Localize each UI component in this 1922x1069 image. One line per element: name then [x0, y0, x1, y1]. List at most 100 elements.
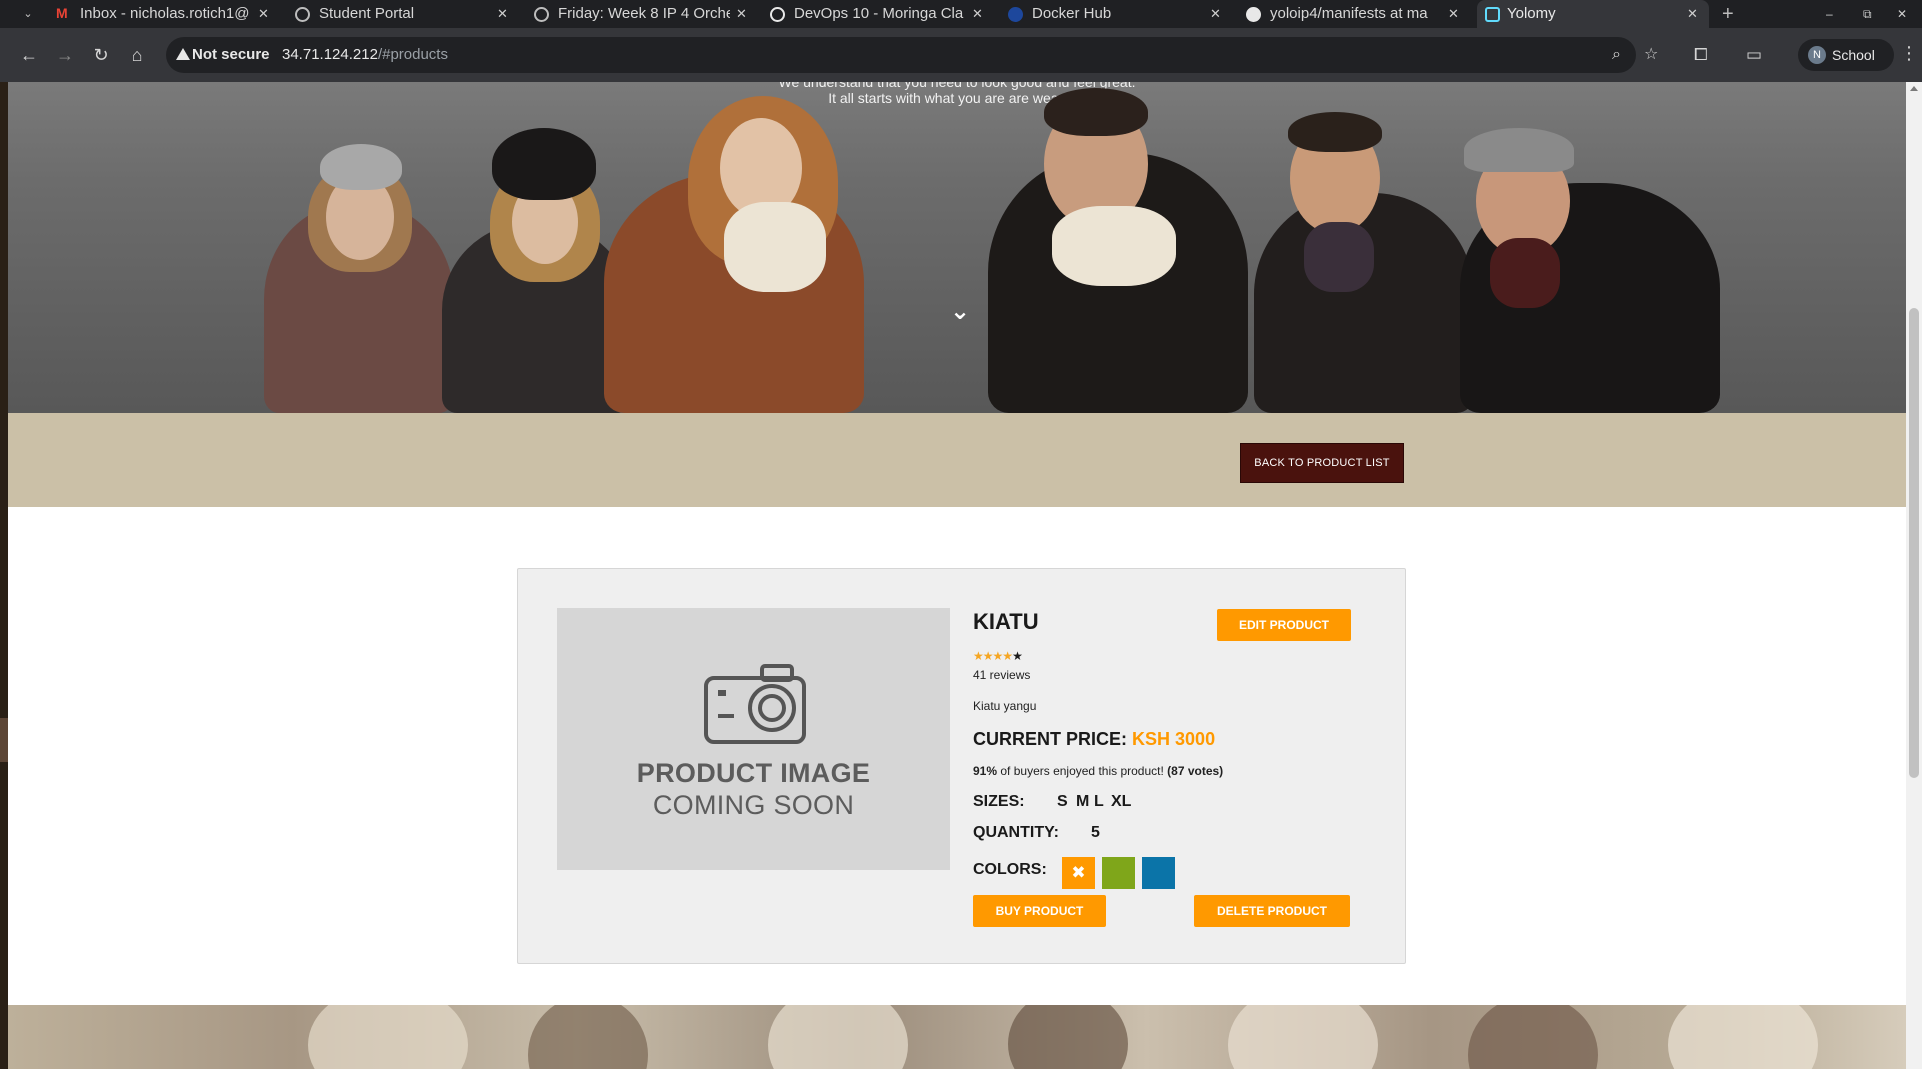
tab-close-icon[interactable]: ✕	[1687, 0, 1698, 28]
new-tab-icon[interactable]: +	[1722, 0, 1734, 28]
hero-tagline: It all starts with what you are are wear…	[828, 90, 1086, 106]
price-row: CURRENT PRICE: KSH 3000	[973, 729, 1215, 750]
quantity-value: 5	[1091, 824, 1100, 841]
tab-title: Student Portal	[319, 5, 415, 22]
cast-icon[interactable]: ▭	[1746, 43, 1762, 67]
price-value: KSH 3000	[1132, 729, 1216, 749]
extensions-icon[interactable]: ⧠	[1694, 43, 1708, 67]
minimize-icon[interactable]: –	[1826, 0, 1833, 28]
price-label: CURRENT PRICE:	[973, 729, 1128, 749]
color-swatch-orange[interactable]: ✖	[1062, 857, 1095, 889]
yolomy-icon	[1485, 7, 1500, 22]
star-filled-icon: ★	[992, 649, 1004, 663]
docker-icon	[1008, 7, 1023, 22]
placeholder-text-line2: COMING SOON	[652, 790, 855, 820]
buy-product-button[interactable]: BUY PRODUCT	[973, 895, 1106, 927]
moringa-icon	[770, 7, 785, 22]
footer-banner-photo	[8, 1005, 1906, 1069]
close-window-icon[interactable]: ✕	[1897, 0, 1907, 28]
camera-icon	[704, 664, 806, 744]
address-bar[interactable]: Not secure 34.71.124.212/#products ⌕ ☆	[166, 37, 1658, 73]
tab-title: Inbox - nicholas.rotich1@	[80, 5, 250, 22]
gmail-icon: M	[56, 5, 68, 21]
quantity-label: QUANTITY:	[973, 824, 1059, 841]
star-filled-icon: ★	[1002, 649, 1013, 663]
tab-close-icon[interactable]: ✕	[258, 0, 269, 28]
url-text[interactable]: 34.71.124.212/#products	[282, 45, 448, 65]
color-swatch-green[interactable]	[1102, 857, 1135, 889]
action-band: BACK TO PRODUCT LIST	[8, 413, 1906, 507]
globe-icon	[534, 7, 549, 22]
review-count: 41 reviews	[973, 668, 1031, 682]
colors-label: COLORS:	[973, 861, 1047, 878]
avatar: N	[1808, 46, 1826, 64]
reload-icon[interactable]: ↻	[90, 44, 112, 66]
home-icon[interactable]: ⌂	[126, 44, 148, 66]
color-swatch-blue[interactable]	[1142, 857, 1175, 889]
tab-devops-moringa[interactable]: DevOps 10 - Moringa Cla ✕	[770, 0, 988, 28]
page-viewport: We understand that you need to look good…	[0, 82, 1922, 1069]
left-edge-strip	[0, 82, 8, 1069]
size-option[interactable]: M	[1076, 793, 1089, 811]
profile-button[interactable]: N School	[1798, 39, 1894, 71]
tab-student-portal[interactable]: Student Portal ✕	[295, 0, 513, 28]
enjoy-percent: 91%	[973, 764, 998, 778]
tab-search-chevron-icon[interactable]: ⌄	[20, 6, 36, 22]
product-image-placeholder: PRODUCT IMAGE COMING SOON	[557, 608, 950, 870]
selected-check-icon: ✖	[1071, 863, 1086, 882]
product-description: Kiatu yangu	[973, 699, 1037, 713]
tab-title: yoloip4/manifests at ma	[1270, 5, 1428, 22]
tab-yolomy[interactable]: Yolomy ✕	[1477, 0, 1709, 28]
globe-icon	[295, 7, 310, 22]
enjoy-stat: 91% of buyers enjoyed this product! (87 …	[973, 764, 1223, 778]
url-host: 34.71.124.212	[282, 46, 378, 63]
enjoy-votes: (87 votes)	[1167, 764, 1224, 778]
hero-banner: We understand that you need to look good…	[8, 82, 1906, 413]
delete-product-button[interactable]: DELETE PRODUCT	[1194, 895, 1350, 927]
star-filled-icon: ★	[982, 649, 994, 663]
url-path: /#products	[377, 46, 448, 63]
tab-title: DevOps 10 - Moringa Cla	[794, 5, 964, 22]
star-filled-icon: ★	[973, 649, 984, 663]
browser-toolbar: ← → ↻ ⌂ Not secure 34.71.124.212/#produc…	[0, 28, 1922, 82]
restore-icon[interactable]: ⧉	[1863, 0, 1872, 28]
tab-close-icon[interactable]: ✕	[972, 0, 983, 28]
tab-title: Docker Hub	[1032, 5, 1112, 22]
more-menu-icon[interactable]: ⋮	[1900, 43, 1918, 64]
scrollbar-thumb[interactable]	[1909, 308, 1919, 778]
tab-docker-hub[interactable]: Docker Hub ✕	[1008, 0, 1226, 28]
product-name: KIATU	[973, 609, 1039, 634]
forward-arrow-icon[interactable]: →	[54, 44, 76, 66]
tab-title: Yolomy	[1507, 5, 1556, 22]
tab-title: Friday: Week 8 IP 4 Orche	[558, 5, 730, 22]
tab-close-icon[interactable]: ✕	[497, 0, 508, 28]
tab-friday-week8[interactable]: Friday: Week 8 IP 4 Orche ✕	[534, 0, 752, 28]
left-edge-strip-accent	[0, 718, 8, 762]
back-arrow-icon[interactable]: ←	[18, 44, 40, 66]
bookmark-star-icon[interactable]: ☆	[1644, 45, 1658, 65]
tab-close-icon[interactable]: ✕	[1210, 0, 1221, 28]
tab-strip: ⌄ M Inbox - nicholas.rotich1@ ✕ Student …	[0, 0, 1922, 28]
github-icon	[1246, 7, 1261, 22]
size-option[interactable]: S	[1057, 793, 1068, 811]
product-card: PRODUCT IMAGE COMING SOON KIATU EDIT PRO…	[517, 568, 1406, 964]
tab-gmail[interactable]: M Inbox - nicholas.rotich1@ ✕	[56, 0, 274, 28]
tab-close-icon[interactable]: ✕	[1448, 0, 1459, 28]
size-option[interactable]: XL	[1111, 793, 1131, 811]
security-label[interactable]: Not secure	[192, 45, 270, 65]
size-option[interactable]: L	[1094, 793, 1104, 811]
tab-github-manifests[interactable]: yoloip4/manifests at ma ✕	[1246, 0, 1464, 28]
sizes-label: SIZES:	[973, 793, 1025, 810]
enjoy-text: of buyers enjoyed this product!	[1000, 764, 1164, 778]
page-scrollbar[interactable]	[1906, 82, 1922, 1069]
scroll-up-arrow-icon[interactable]	[1910, 86, 1918, 91]
tab-close-icon[interactable]: ✕	[736, 0, 747, 28]
edit-product-button[interactable]: EDIT PRODUCT	[1217, 609, 1351, 641]
back-to-product-list-button[interactable]: BACK TO PRODUCT LIST	[1240, 443, 1404, 483]
hero-tagline-cut: We understand that you need to look good…	[778, 82, 1136, 90]
scroll-down-chevron-icon[interactable]: ⌄	[948, 300, 972, 324]
zoom-icon[interactable]: ⌕	[1612, 45, 1621, 65]
rating-stars: ★★★★★	[973, 649, 1023, 663]
star-empty-icon: ★	[1012, 649, 1023, 663]
placeholder-text-line1: PRODUCT IMAGE	[636, 758, 871, 788]
